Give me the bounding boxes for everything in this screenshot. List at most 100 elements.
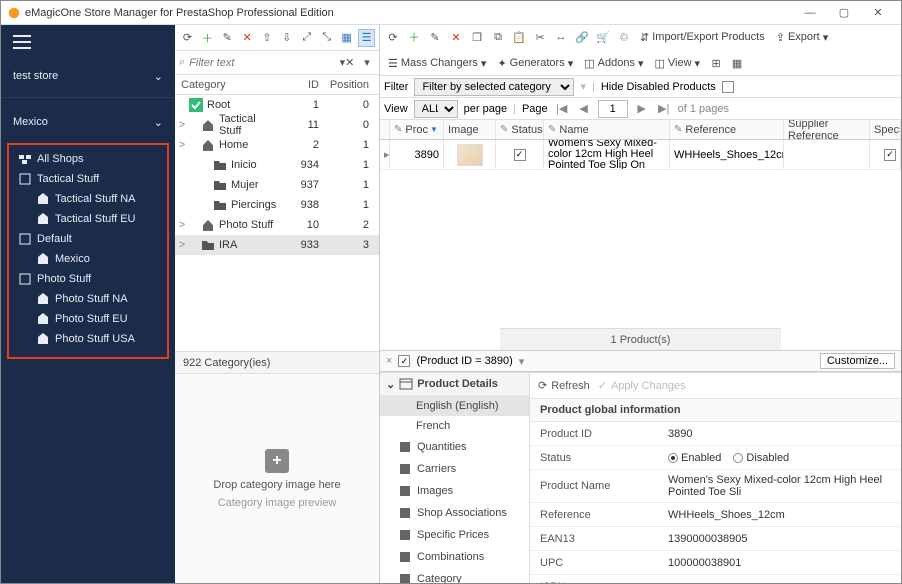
refresh-button[interactable]: ⟳ — [179, 29, 196, 47]
category-row[interactable]: Root10 — [175, 95, 379, 115]
add-button[interactable]: ＋ — [199, 29, 216, 47]
expand-button[interactable]: ⤢ — [298, 29, 315, 47]
mass-changers-button[interactable]: ☰ Mass Changers ▾ — [384, 54, 490, 72]
perpage-select[interactable]: ALL — [414, 100, 458, 118]
minimize-button[interactable]: — — [793, 2, 827, 24]
details-tab[interactable]: Images — [380, 480, 529, 502]
customize-button[interactable]: Customize... — [820, 353, 895, 369]
shop-all[interactable]: All Shops — [9, 149, 167, 169]
category-row[interactable]: Piercings9381 — [175, 195, 379, 215]
category-row[interactable]: Inicio9341 — [175, 155, 379, 175]
category-row[interactable]: >IRA9333 — [175, 235, 379, 255]
col-specific[interactable]: Specif — [870, 120, 901, 139]
detail-value[interactable]: 3890 — [668, 428, 692, 440]
move-button[interactable]: ↔ — [552, 28, 570, 46]
moveup-button[interactable]: ⇧ — [259, 29, 276, 47]
language-item[interactable]: English (English) — [380, 396, 529, 416]
details-tab[interactable]: Combinations — [380, 546, 529, 568]
shop-item[interactable]: Photo Stuff NA — [9, 289, 167, 309]
menu-button[interactable] — [1, 25, 175, 59]
shop-group[interactable]: Photo Stuff — [9, 269, 167, 289]
col-supplier-ref[interactable]: Supplier Reference — [784, 120, 870, 139]
page-input[interactable] — [598, 100, 628, 118]
clear-filter-button[interactable]: × — [386, 355, 392, 367]
detail-value[interactable]: Women's Sexy Mixed-color 12cm High Heel … — [668, 474, 882, 498]
maximize-button[interactable]: ▢ — [827, 2, 861, 24]
expand-icon[interactable]: > — [175, 239, 189, 251]
details-title[interactable]: ⌄Product Details — [380, 373, 529, 396]
shop-item[interactable]: Mexico — [9, 249, 167, 269]
first-page-button[interactable]: |◀ — [554, 102, 570, 115]
link-button[interactable]: 🔗 — [573, 28, 591, 46]
edit-button[interactable]: ✎ — [219, 29, 236, 47]
cart-button[interactable]: 🛒 — [594, 28, 612, 46]
shop-item[interactable]: Photo Stuff EU — [9, 309, 167, 329]
delete-button[interactable]: ✕ — [447, 28, 465, 46]
filter-dropdown[interactable]: ▾ — [519, 355, 525, 368]
generators-button[interactable]: ✦ Generators ▾ — [493, 54, 577, 72]
shop-group[interactable]: Tactical Stuff — [9, 169, 167, 189]
refresh-button[interactable]: ⟳ — [384, 28, 402, 46]
next-page-button[interactable]: ▶ — [634, 102, 650, 115]
shop-item[interactable]: Tactical Stuff EU — [9, 209, 167, 229]
view-button[interactable]: ◫ View ▾ — [650, 54, 704, 72]
refresh-details-button[interactable]: ⟳ Refresh — [538, 379, 590, 392]
category-row[interactable]: Mujer9371 — [175, 175, 379, 195]
close-button[interactable]: ✕ — [861, 2, 895, 24]
category-row[interactable]: >Photo Stuff102 — [175, 215, 379, 235]
clone-button[interactable]: ❐ — [468, 28, 486, 46]
col-name[interactable]: ✎Name — [544, 120, 670, 139]
col-id[interactable]: ID — [279, 79, 325, 91]
collapse-button[interactable]: ⤡ — [318, 29, 335, 47]
expand-icon[interactable]: > — [175, 139, 189, 151]
edit-button[interactable]: ✎ — [426, 28, 444, 46]
filter-clear-button[interactable]: ▾✕ — [339, 55, 355, 71]
details-tab[interactable]: Shop Associations — [380, 502, 529, 524]
filter-checkbox[interactable]: ✓ — [398, 355, 410, 367]
expand-icon[interactable]: > — [175, 219, 189, 231]
details-tab[interactable]: Specific Prices — [380, 524, 529, 546]
hide-disabled-checkbox[interactable] — [722, 81, 734, 93]
col-status[interactable]: ✎Status — [496, 120, 544, 139]
recycle-button[interactable]: ♲ — [615, 28, 633, 46]
details-tab[interactable]: Carriers — [380, 458, 529, 480]
filter-select[interactable]: Filter by selected category — [414, 78, 574, 96]
category-row[interactable]: >Home21 — [175, 135, 379, 155]
col-product-id[interactable]: ✎Proc▼ — [390, 120, 444, 139]
detail-value[interactable]: 100000038901 — [668, 557, 741, 569]
grid-button[interactable]: ▦ — [338, 29, 355, 47]
shop-item[interactable]: Photo Stuff USA — [9, 329, 167, 349]
specific-checkbox[interactable]: ✓ — [884, 149, 896, 161]
expand-icon[interactable]: > — [175, 119, 189, 131]
grid-options-button[interactable]: ▦ — [728, 54, 746, 72]
country-selector[interactable]: Mexico ⌄ — [1, 105, 175, 139]
details-tab[interactable]: Quantities — [380, 436, 529, 458]
shop-item[interactable]: Tactical Stuff NA — [9, 189, 167, 209]
store-selector[interactable]: test store ⌄ — [1, 59, 175, 93]
list-button[interactable]: ☰ — [358, 29, 375, 47]
copy-button[interactable]: ⧉ — [489, 28, 507, 46]
last-page-button[interactable]: ▶| — [656, 102, 672, 115]
import-export-button[interactable]: ⇵ Import/Export Products — [636, 28, 769, 46]
col-category[interactable]: Category — [175, 79, 279, 91]
cut-button[interactable]: ✂ — [531, 28, 549, 46]
col-position[interactable]: Position — [325, 79, 379, 91]
language-item[interactable]: French — [380, 416, 529, 436]
columns-button[interactable]: ⊞ — [707, 54, 725, 72]
category-image-drop[interactable]: + Drop category image here Category imag… — [175, 373, 379, 583]
col-reference[interactable]: ✎Reference — [670, 120, 784, 139]
table-row[interactable]: ▸ 3890 ✓ Women's Sexy Mixed-color 12cm H… — [380, 140, 901, 170]
detail-value[interactable]: 1390000038905 — [668, 533, 748, 545]
detail-value[interactable]: WHHeels_Shoes_12cm — [668, 509, 785, 521]
category-row[interactable]: >Tactical Stuff110 — [175, 115, 379, 135]
add-button[interactable]: ＋ — [405, 28, 423, 46]
apply-changes-button[interactable]: ✓ Apply Changes — [598, 379, 686, 392]
shop-group[interactable]: Default — [9, 229, 167, 249]
status-checkbox[interactable]: ✓ — [514, 149, 526, 161]
addons-button[interactable]: ◫ Addons ▾ — [580, 54, 647, 72]
export-button[interactable]: ⇪ Export ▾ — [772, 28, 833, 46]
delete-button[interactable]: ✕ — [239, 29, 256, 47]
paste-button[interactable]: 📋 — [510, 28, 528, 46]
filter-apply-button[interactable]: ▾ — [359, 55, 375, 71]
col-image[interactable]: Image — [444, 120, 496, 139]
